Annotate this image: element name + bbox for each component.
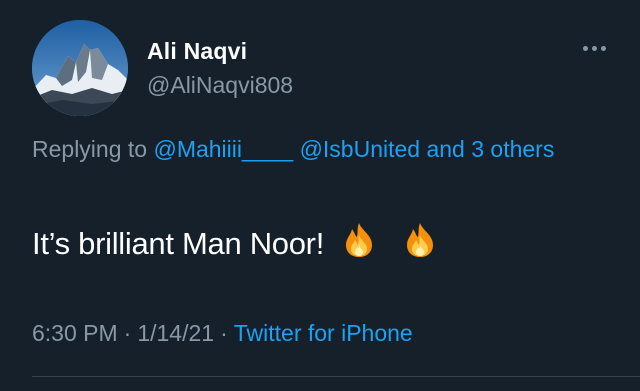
author-handle[interactable]: @AliNaqvi808 [147, 72, 293, 99]
author-name[interactable]: Ali Naqvi [147, 38, 247, 65]
replying-to: Replying to @Mahiiii____ @IsbUnited and … [32, 130, 592, 169]
meta-separator: · [220, 320, 228, 346]
tweet-meta: 6:30 PM · 1/14/21 · Twitter for iPhone [32, 320, 413, 347]
tweet-source-link[interactable]: Twitter for iPhone [234, 320, 413, 346]
tweet-text: It’s brilliant Man Noor! [32, 226, 325, 261]
mention-mahiiii[interactable]: @Mahiiii____ [153, 136, 293, 162]
avatar[interactable] [32, 20, 128, 116]
mention-others[interactable]: and 3 others [426, 136, 554, 162]
tweet-time[interactable]: 6:30 PM [32, 320, 118, 346]
tweet-date[interactable]: 1/14/21 [137, 320, 214, 346]
tweet-detail: Ali Naqvi @AliNaqvi808 Replying to @Mahi… [0, 0, 640, 391]
more-dot [601, 46, 606, 51]
replying-to-label: Replying to [32, 136, 148, 162]
meta-separator: · [123, 320, 132, 346]
fire-emoji-icon [342, 222, 376, 258]
fire-emoji-icon [403, 222, 437, 258]
more-options-icon[interactable] [583, 46, 606, 51]
divider [32, 376, 640, 377]
mountain-avatar-icon [32, 20, 128, 116]
tweet-text-row: It’s brilliant Man Noor! [32, 222, 437, 262]
more-dot [583, 46, 588, 51]
more-dot [592, 46, 597, 51]
mention-isbunited[interactable]: @IsbUnited [300, 136, 421, 162]
